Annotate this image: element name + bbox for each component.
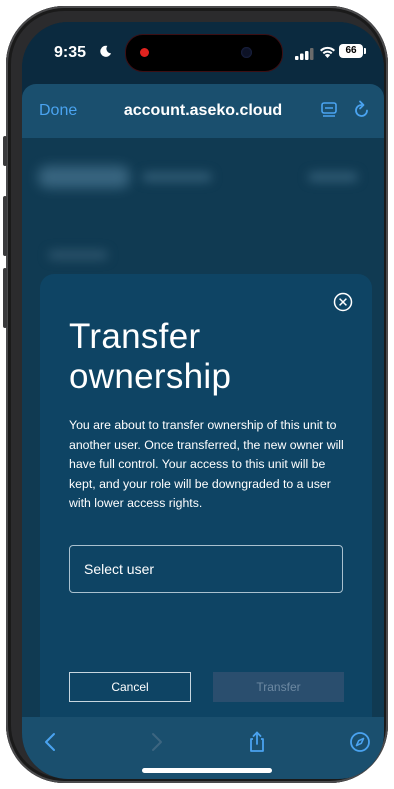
cancel-button[interactable]: Cancel — [69, 672, 191, 702]
chevron-left-icon[interactable] — [40, 731, 62, 753]
select-user-field[interactable]: Select user — [69, 545, 343, 593]
home-indicator[interactable] — [142, 768, 272, 773]
browser-bottom-bar — [22, 717, 384, 779]
screen: 9:35 66 Done account.aseko.cloud Transfe… — [22, 22, 384, 779]
volume-down-button — [3, 268, 7, 328]
blurred-text — [308, 172, 358, 182]
wifi-icon — [320, 46, 335, 58]
transfer-button[interactable]: Transfer — [213, 672, 344, 702]
battery-tip — [364, 48, 366, 54]
dialog-description: You are about to transfer ownership of t… — [69, 418, 344, 511]
phone-frame: 9:35 66 Done account.aseko.cloud Transfe… — [3, 6, 388, 783]
chevron-right-icon[interactable] — [145, 731, 167, 753]
volume-up-button — [3, 196, 7, 256]
camera-icon — [241, 47, 252, 58]
blurred-text — [48, 250, 108, 260]
action-button — [3, 136, 7, 166]
reader-icon[interactable] — [320, 101, 338, 119]
status-bar: 9:35 66 — [22, 22, 384, 84]
blurred-heading — [38, 166, 130, 188]
moon-icon — [100, 45, 112, 57]
battery-indicator: 66 — [339, 44, 363, 58]
reload-icon[interactable] — [353, 100, 371, 120]
cellular-signal-icon — [295, 48, 314, 60]
dynamic-island — [125, 34, 283, 72]
status-time: 9:35 — [54, 44, 87, 61]
browser-top-bar: Done account.aseko.cloud — [22, 84, 384, 138]
share-icon[interactable] — [246, 731, 268, 753]
dialog-title: Transfer ownership — [69, 317, 232, 396]
close-icon[interactable] — [333, 292, 353, 312]
recording-indicator-icon — [140, 48, 149, 57]
blurred-text — [142, 172, 212, 182]
compass-icon[interactable] — [349, 731, 371, 753]
transfer-ownership-dialog: Transfer ownership You are about to tran… — [40, 274, 372, 744]
